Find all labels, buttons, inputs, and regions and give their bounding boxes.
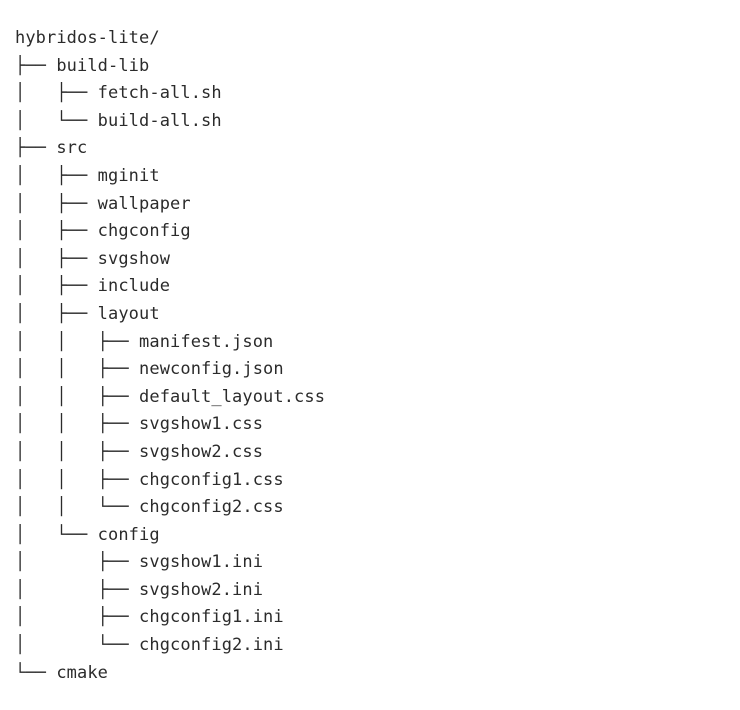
tree-line: │ │ ├── newconfig.json bbox=[15, 359, 284, 380]
tree-line: │ ├── chgconfig bbox=[15, 221, 191, 242]
tree-line: │ ├── layout bbox=[15, 303, 160, 324]
tree-line: │ └── config bbox=[15, 524, 160, 545]
tree-line: │ │ ├── chgconfig1.css bbox=[15, 469, 284, 490]
tree-line: │ ├── include bbox=[15, 276, 171, 297]
tree-line: ├── build-lib bbox=[15, 55, 150, 76]
directory-tree-output: hybridos-lite/ ├── build-lib │ ├── fetch-a… bbox=[0, 13, 740, 687]
tree-line: │ ├── svgshow2.ini bbox=[15, 579, 264, 600]
tree-line: │ │ ├── svgshow1.css bbox=[15, 414, 264, 435]
tree-line: │ │ ├── default_layout.css bbox=[15, 386, 326, 407]
tree-line: │ │ └── chgconfig2.css bbox=[15, 497, 284, 518]
tree-line: │ │ ├── svgshow2.css bbox=[15, 441, 264, 462]
tree-line: │ ├── svgshow bbox=[15, 248, 171, 269]
tree-line: │ ├── mginit bbox=[15, 165, 160, 186]
tree-line: │ └── chgconfig2.ini bbox=[15, 635, 284, 656]
tree-line: │ │ ├── manifest.json bbox=[15, 331, 274, 352]
tree-root-line: hybridos-lite/ bbox=[15, 28, 160, 48]
tree-line: │ └── build-all.sh bbox=[15, 110, 222, 131]
tree-line: │ ├── chgconfig1.ini bbox=[15, 607, 284, 628]
tree-line: └── cmake bbox=[15, 662, 109, 683]
tree-line: │ ├── wallpaper bbox=[15, 193, 191, 214]
tree-line: │ ├── fetch-all.sh bbox=[15, 83, 222, 104]
tree-line: │ ├── svgshow1.ini bbox=[15, 552, 264, 573]
tree-line: ├── src bbox=[15, 138, 88, 159]
